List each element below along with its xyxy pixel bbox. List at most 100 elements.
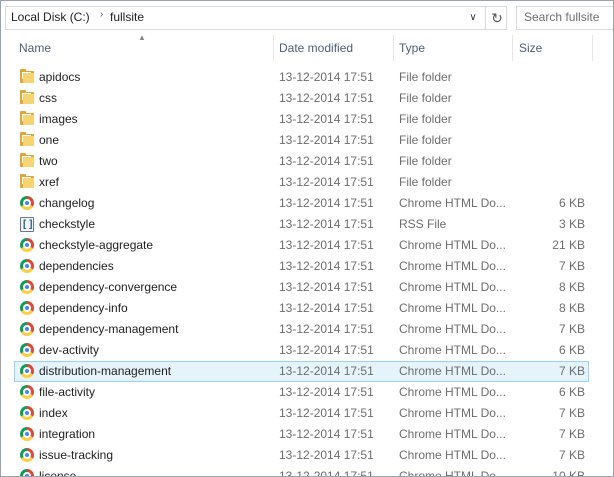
file-row[interactable]: license 13-12-2014 17:51 Chrome HTML Do...… [1,466,613,477]
explorer-window: Local Disk (C:) › fullsite ∨ ↻ ▲ Name Da… [0,0,614,477]
file-row[interactable]: issue-tracking 13-12-2014 17:51 Chrome HTM… [1,445,613,466]
column-divider[interactable] [592,35,593,61]
file-name: issue-tracking [39,448,114,462]
chrome-icon [19,468,35,476]
file-row[interactable]: changelog 13-12-2014 17:51 Chrome HTML Do.… [1,193,613,214]
file-type: RSS File [399,217,447,231]
folder-icon [19,111,35,127]
file-size: 7 KB [558,448,585,462]
file-name: index [39,406,68,420]
file-row[interactable]: dependency-management 13-12-2014 17:51 Chr… [1,319,613,340]
column-header-size[interactable]: Size [519,35,542,61]
breadcrumb-local-disk[interactable]: Local Disk (C:) [11,10,90,24]
file-row[interactable]: images 13-12-2014 17:51 File folder [1,109,613,130]
file-type: Chrome HTML Do... [399,259,506,273]
refresh-icon[interactable]: ↻ [485,7,508,29]
file-row[interactable]: file-activity 13-12-2014 17:51 Chrome HTML… [1,382,613,403]
file-size: 6 KB [558,385,585,399]
file-row[interactable]: dependency-convergence 13-12-2014 17:51 Ch… [1,277,613,298]
file-row[interactable]: [ ] checkstyle 13-12-2014 17:51 RSS File 3 K… [1,214,613,235]
file-name: css [39,91,57,105]
file-size: 7 KB [558,322,585,336]
file-name: checkstyle-aggregate [39,238,154,252]
file-size: 7 KB [558,364,585,378]
file-date-modified: 13-12-2014 17:51 [279,196,374,210]
file-row[interactable]: distribution-management 13-12-2014 17:51 C… [1,361,613,382]
file-name: dependency-info [39,301,128,315]
address-bar[interactable]: Local Disk (C:) › fullsite ∨ ↻ [5,6,507,30]
file-row[interactable]: dependency-info 13-12-2014 17:51 Chrome HT… [1,298,613,319]
file-size: 21 KB [552,238,585,252]
file-type: File folder [399,91,452,105]
file-type: File folder [399,154,452,168]
file-type: Chrome HTML Do... [399,364,506,378]
chrome-icon [19,363,35,379]
file-row[interactable]: integration 13-12-2014 17:51 Chrome HTML D… [1,424,613,445]
file-row[interactable]: index 13-12-2014 17:51 Chrome HTML Do... 7 … [1,403,613,424]
file-name: file-activity [39,385,96,399]
file-date-modified: 13-12-2014 17:51 [279,406,374,420]
file-name: checkstyle [39,217,96,231]
file-name: dependencies [39,259,114,273]
sort-ascending-icon: ▲ [138,33,146,42]
file-row[interactable]: apidocs 13-12-2014 17:51 File folder [1,67,613,88]
file-size: 7 KB [558,259,585,273]
file-name: license [39,469,77,477]
chevron-down-icon[interactable]: ∨ [463,7,483,29]
file-size: 8 KB [558,301,585,315]
chrome-icon [19,300,35,316]
file-row[interactable]: two 13-12-2014 17:51 File folder [1,151,613,172]
folder-icon [19,174,35,190]
breadcrumb-separator-icon[interactable]: › [100,9,103,20]
file-row[interactable]: dependencies 13-12-2014 17:51 Chrome HTML … [1,256,613,277]
file-row[interactable]: checkstyle-aggregate 13-12-2014 17:51 Chro… [1,235,613,256]
file-name: xref [39,175,60,189]
file-row[interactable]: xref 13-12-2014 17:51 File folder [1,172,613,193]
file-type: File folder [399,112,452,126]
file-name: distribution-management [39,364,172,378]
column-divider[interactable] [393,35,394,61]
file-size: 3 KB [558,217,585,231]
file-size: 6 KB [558,343,585,357]
file-date-modified: 13-12-2014 17:51 [279,133,374,147]
breadcrumb-fullsite[interactable]: fullsite [110,10,144,24]
file-row[interactable]: one 13-12-2014 17:51 File folder [1,130,613,151]
column-divider[interactable] [512,35,513,61]
search-input[interactable] [517,7,613,27]
file-type: File folder [399,70,452,84]
file-type: Chrome HTML Do... [399,343,506,357]
file-date-modified: 13-12-2014 17:51 [279,112,374,126]
file-type: File folder [399,175,452,189]
file-date-modified: 13-12-2014 17:51 [279,259,374,273]
folder-icon [19,132,35,148]
column-header-date[interactable]: Date modified [279,35,353,61]
file-date-modified: 13-12-2014 17:51 [279,70,374,84]
file-row[interactable]: css 13-12-2014 17:51 File folder [1,88,613,109]
file-type: Chrome HTML Do... [399,301,506,315]
file-size: 6 KB [558,196,585,210]
file-type: Chrome HTML Do... [399,238,506,252]
file-date-modified: 13-12-2014 17:51 [279,364,374,378]
file-date-modified: 13-12-2014 17:51 [279,469,374,477]
folder-icon [19,90,35,106]
column-header-name[interactable]: Name [19,35,51,61]
search-box[interactable] [516,6,613,30]
file-date-modified: 13-12-2014 17:51 [279,322,374,336]
column-header-type[interactable]: Type [399,35,425,61]
column-divider[interactable] [273,35,274,61]
file-name: dependency-convergence [39,280,178,294]
file-size: 7 KB [558,406,585,420]
file-row[interactable]: dev-activity 13-12-2014 17:51 Chrome HTML … [1,340,613,361]
chrome-icon [19,342,35,358]
file-date-modified: 13-12-2014 17:51 [279,448,374,462]
chrome-icon [19,321,35,337]
file-date-modified: 13-12-2014 17:51 [279,175,374,189]
file-date-modified: 13-12-2014 17:51 [279,154,374,168]
file-name: images [39,112,78,126]
chrome-icon [19,258,35,274]
chrome-icon [19,447,35,463]
file-date-modified: 13-12-2014 17:51 [279,91,374,105]
chrome-icon [19,237,35,253]
chrome-icon [19,405,35,421]
folder-icon [19,153,35,169]
